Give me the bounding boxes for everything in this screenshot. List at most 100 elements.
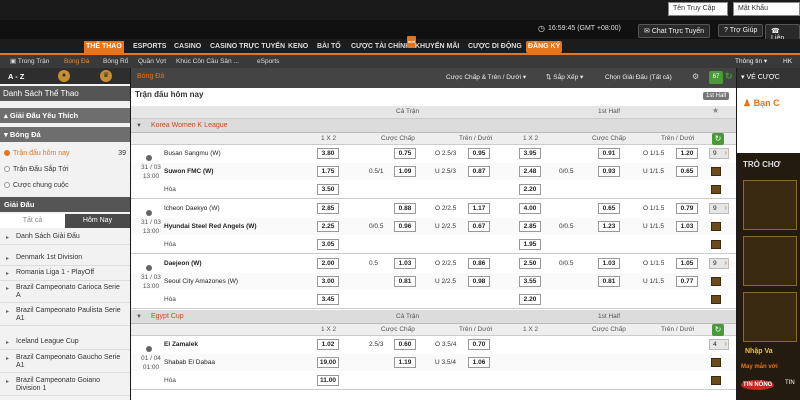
odds-button[interactable]: 4.00 [519, 203, 541, 214]
odds-button[interactable]: 2.48 [519, 166, 541, 177]
odds-button[interactable]: 3.45 [317, 294, 339, 305]
odds-button[interactable]: 1.03 [598, 258, 620, 269]
live-stream-icon[interactable] [711, 240, 721, 249]
subnav-live[interactable]: ▣ Trong Trận [10, 56, 49, 67]
odds-button[interactable]: 2.20 [519, 184, 541, 195]
odds-button[interactable]: 0.79 [676, 203, 698, 214]
list-item[interactable]: ▸ Romania Liga 1 - PlayOff [0, 266, 130, 281]
odds-button[interactable]: 1.09 [394, 166, 416, 177]
more-markets-button[interactable]: 9 [709, 148, 729, 159]
odds-button[interactable]: 0.67 [468, 221, 490, 232]
promo-card[interactable] [743, 180, 797, 230]
odds-button[interactable]: 0.95 [468, 148, 490, 159]
username-input[interactable]: Tên Truy Cập [668, 2, 728, 16]
odds-button[interactable]: 3.50 [317, 184, 339, 195]
refresh-icon[interactable]: ↻ [712, 133, 724, 145]
odds-button[interactable]: 1.03 [394, 258, 416, 269]
odds-button[interactable]: 1.95 [519, 239, 541, 250]
help-button[interactable]: ? Trợ Giúp [718, 24, 764, 37]
odds-button[interactable]: 0.77 [676, 276, 698, 287]
live-stream-icon[interactable] [711, 185, 721, 194]
option-today[interactable]: Trận đấu hôm nay 39 [0, 146, 130, 161]
odds-button[interactable]: 3.55 [519, 276, 541, 287]
odds-button[interactable]: 2.85 [317, 203, 339, 214]
odds-button[interactable]: 0.65 [676, 166, 698, 177]
nav-mobile[interactable]: CƯỢC DI ĐỘNG [466, 41, 524, 53]
promo-card[interactable] [743, 292, 797, 342]
more-markets-button[interactable]: 9 [709, 203, 729, 214]
option-upcoming[interactable]: Trận Đấu Sắp Tới [0, 162, 130, 177]
live-stream-icon[interactable] [711, 295, 721, 304]
live-stream-icon[interactable] [711, 376, 721, 385]
live-chat-button[interactable]: ✉ Chat Trực Tuyến [638, 24, 710, 38]
odds-button[interactable]: 0.65 [598, 203, 620, 214]
odds-button[interactable]: 0.86 [468, 258, 490, 269]
odds-button[interactable]: 0.93 [598, 166, 620, 177]
nav-cards[interactable]: BÀI TỐ [315, 41, 343, 53]
football-section[interactable]: ▾ Bóng Đá [0, 127, 130, 142]
list-item[interactable]: ▸ Denmark 1st Division [0, 251, 130, 266]
star-icon[interactable]: ★ [712, 106, 719, 115]
list-item[interactable]: ▸ Iceland League Cup [0, 335, 130, 350]
trophy-icon[interactable]: ♛ [100, 70, 112, 82]
refresh-icon[interactable]: ↻ [725, 71, 733, 82]
odds-button[interactable]: 2.25 [317, 221, 339, 232]
market-select[interactable]: Cược Chấp & Trên / Dưới ▾ [443, 72, 529, 84]
stats-icon[interactable] [711, 167, 721, 176]
list-item[interactable]: ▸ Brazil Campeonato Carioca Serie A [0, 281, 130, 303]
odds-button[interactable]: 1.23 [598, 221, 620, 232]
nav-keno[interactable]: KENO [286, 41, 310, 53]
list-item[interactable]: ▸ Brazil Campeonato Goiano Division 1 [0, 374, 130, 396]
nav-sports[interactable]: THỂ THAO [84, 41, 124, 53]
odds-button[interactable]: 1.19 [394, 357, 416, 368]
favorites-section[interactable]: ▴ Giải Đấu Yêu Thích [0, 108, 130, 123]
odds-button[interactable]: 2.85 [519, 221, 541, 232]
odds-button[interactable]: 3.80 [317, 148, 339, 159]
odds-button[interactable]: 1.75 [317, 166, 339, 177]
league-select[interactable]: Chọn Giải Đấu (Tất cả) [602, 72, 675, 84]
promo-card[interactable] [743, 236, 797, 286]
info-dropdown[interactable]: Thông tin ▾ [735, 56, 767, 67]
nav-promotions[interactable]: KHUYẾN MÃI [413, 41, 461, 53]
odds-button[interactable]: 2.20 [519, 294, 541, 305]
odds-button[interactable]: 0.70 [468, 339, 490, 350]
odds-type-select[interactable]: HK [783, 56, 792, 67]
subnav-esports[interactable]: eSports [257, 56, 279, 67]
more-markets-button[interactable]: 4 [709, 339, 729, 350]
odds-button[interactable]: 0.98 [468, 276, 490, 287]
odds-button[interactable]: 0.81 [598, 276, 620, 287]
football-icon[interactable]: ● [58, 70, 70, 82]
odds-button[interactable]: 0.75 [394, 148, 416, 159]
games-promo[interactable]: TRÒ CHƠ Nhập Va May mắn với TIN NÓNG TIN [737, 154, 800, 400]
stats-icon[interactable] [711, 222, 721, 231]
odds-button[interactable]: 2.50 [519, 258, 541, 269]
odds-button[interactable]: 3.00 [317, 276, 339, 287]
list-item[interactable]: ▸ Brazil Campeonato Gaucho Serie A1 [0, 351, 130, 373]
odds-button[interactable]: 1.03 [676, 221, 698, 232]
subnav-tennis[interactable]: Quần Vợt [138, 56, 166, 67]
odds-button[interactable]: 19.00 [317, 357, 339, 368]
odds-button[interactable]: 2.00 [317, 258, 339, 269]
nav-esports[interactable]: ESPORTS [131, 41, 168, 53]
nav-live-casino[interactable]: CASINO TRỰC TUYẾN [208, 41, 287, 53]
odds-button[interactable]: 11.00 [317, 375, 339, 386]
tab-all[interactable]: Tất cả [0, 214, 65, 228]
option-outright[interactable]: Cược chung cuộc [0, 178, 130, 193]
subnav-basketball[interactable]: Bóng Rổ [103, 56, 128, 67]
nav-casino[interactable]: CASINO [172, 41, 203, 53]
odds-button[interactable]: 1.05 [676, 258, 698, 269]
odds-button[interactable]: 1.17 [468, 203, 490, 214]
odds-button[interactable]: 1.06 [468, 357, 490, 368]
stats-icon[interactable] [711, 358, 721, 367]
odds-button[interactable]: 0.60 [394, 339, 416, 350]
league-row[interactable]: ▼ Egypt Cup Cả Trận 1st Half [131, 310, 736, 324]
sort-button[interactable]: ⇅ Sắp Xếp ▾ [543, 72, 586, 84]
gear-icon[interactable]: ⚙ [692, 72, 699, 81]
az-button[interactable]: A - Z [8, 72, 24, 81]
more-markets-button[interactable]: 9 [709, 258, 729, 269]
odds-button[interactable]: 0.96 [394, 221, 416, 232]
tab-today[interactable]: Hôm Nay [65, 214, 130, 228]
odds-button[interactable]: 0.91 [598, 148, 620, 159]
subnav-football[interactable]: Bóng Đá [64, 56, 89, 67]
list-item[interactable]: ▸ Danh Sách Giải Đấu [0, 230, 130, 245]
